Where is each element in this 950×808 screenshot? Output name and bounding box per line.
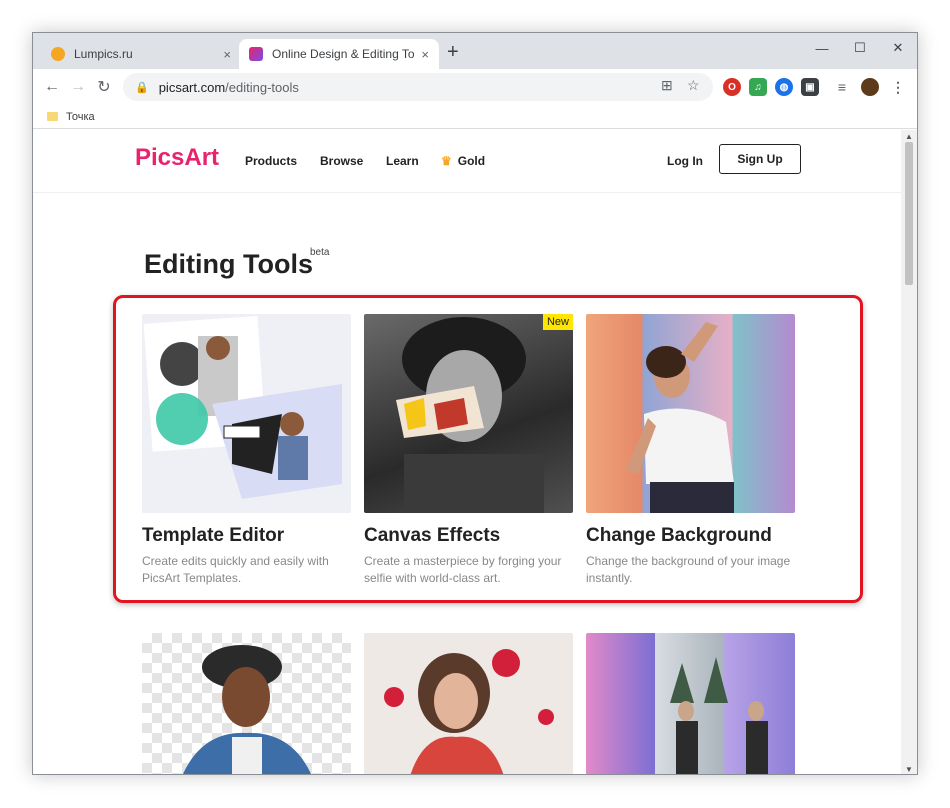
tool-card-canvas-effects[interactable]: New Canvas Effects Create a masterpiece … (364, 314, 573, 587)
reload-icon[interactable]: ↻ (93, 76, 115, 98)
hearts-portrait-illustration (384, 649, 554, 774)
beta-label: beta (310, 247, 330, 258)
maximize-button[interactable]: ☐ (841, 33, 879, 63)
card-description: Create a masterpiece by forging your sel… (364, 554, 562, 585)
nav-gold-label: Gold (457, 154, 486, 168)
tab-close-icon[interactable]: × (223, 47, 231, 62)
change-background-image (586, 314, 795, 513)
tab-lumpics[interactable]: Lumpics.ru × (41, 39, 241, 69)
man-portrait-illustration (182, 645, 312, 774)
bookmarks-bar: Точка (33, 105, 917, 129)
reading-list-icon[interactable]: ≡ (833, 78, 851, 96)
woman-portrait-illustration (626, 322, 734, 513)
nav-learn[interactable]: Learn (386, 154, 419, 168)
nav-products[interactable]: Products (245, 154, 297, 168)
card-title: Template Editor (142, 525, 285, 546)
new-badge: New (542, 314, 573, 330)
hearts-image (364, 633, 573, 774)
canvas-effects-image: New (364, 314, 573, 513)
tool-card-template-editor[interactable]: Template Editor Create edits quickly and… (142, 314, 351, 587)
web-page: PicsArt Products Browse Learn ♛ Gold Log … (33, 130, 903, 774)
bookmark-item[interactable]: Точка (66, 111, 95, 123)
browser-toolbar: ← → ↻ 🔒 picsart.com/editing-tools ⊞ ☆ O … (33, 69, 917, 105)
minimize-button[interactable]: — (803, 33, 841, 63)
login-link[interactable]: Log In (667, 154, 703, 168)
signup-button[interactable]: Sign Up (719, 144, 801, 174)
template-collage-illustration (143, 315, 342, 499)
extension-opera-icon[interactable]: O (723, 78, 741, 96)
tool-card-remove-background[interactable] (142, 633, 351, 774)
close-window-button[interactable]: ✕ (879, 33, 917, 63)
page-scrollbar[interactable]: ▲ ▼ (901, 130, 917, 774)
back-arrow-icon[interactable]: ← (41, 76, 63, 98)
extension-box-icon[interactable]: ▣ (801, 78, 819, 96)
scroll-up-icon[interactable]: ▲ (905, 132, 913, 141)
lumpics-favicon-icon (51, 47, 65, 61)
tab-picsart[interactable]: Online Design & Editing Tools fo × (239, 39, 439, 69)
card-title: Change Background (586, 525, 772, 546)
tab-strip: Lumpics.ru × Online Design & Editing Too… (33, 33, 917, 69)
canvas-portrait-illustration (396, 317, 544, 513)
effects-image (586, 633, 795, 774)
tool-card-effects[interactable] (586, 633, 795, 774)
card-description: Change the background of your image inst… (586, 554, 791, 585)
nav-gold[interactable]: ♛ Gold (441, 154, 485, 168)
forward-arrow-icon[interactable]: → (67, 76, 89, 98)
winter-scene-illustration (670, 657, 768, 774)
tool-card-hearts[interactable] (364, 633, 573, 774)
nav-browse[interactable]: Browse (320, 154, 363, 168)
new-tab-button[interactable]: + (447, 41, 459, 64)
tab-title: Lumpics.ru (74, 47, 133, 61)
crown-icon: ♛ (441, 154, 452, 168)
folder-icon (47, 112, 58, 121)
card-description: Create edits quickly and easily with Pic… (142, 554, 329, 585)
page-title: Editing Tools (144, 249, 313, 279)
lock-icon: 🔒 (135, 81, 149, 94)
url-domain: picsart.com (158, 79, 226, 95)
url-path: /editing-tools (225, 79, 299, 95)
tab-close-icon[interactable]: × (421, 47, 429, 62)
remove-background-image (142, 633, 351, 774)
card-title: Canvas Effects (364, 525, 501, 546)
browser-window: Lumpics.ru × Online Design & Editing Too… (32, 32, 918, 775)
scroll-down-icon[interactable]: ▼ (905, 765, 913, 774)
tool-card-change-background[interactable]: Change Background Change the background … (586, 314, 795, 587)
extension-music-icon[interactable]: ♫ (749, 78, 767, 96)
translate-icon[interactable]: ⊞ (661, 77, 673, 94)
menu-dots-icon[interactable]: ⋮ (889, 78, 907, 96)
site-header: PicsArt Products Browse Learn ♛ Gold Log … (33, 130, 903, 193)
extension-globe-icon[interactable]: ◍ (775, 78, 793, 96)
tab-title: Online Design & Editing Tools fo (272, 47, 415, 61)
address-bar[interactable]: 🔒 picsart.com/editing-tools ⊞ ☆ (123, 73, 713, 101)
picsart-favicon-icon (249, 47, 263, 61)
template-editor-image (142, 314, 351, 513)
picsart-logo[interactable]: PicsArt (135, 144, 219, 172)
scrollbar-thumb[interactable] (905, 142, 913, 285)
bookmark-star-icon[interactable]: ☆ (687, 77, 700, 94)
avatar[interactable] (861, 78, 879, 96)
